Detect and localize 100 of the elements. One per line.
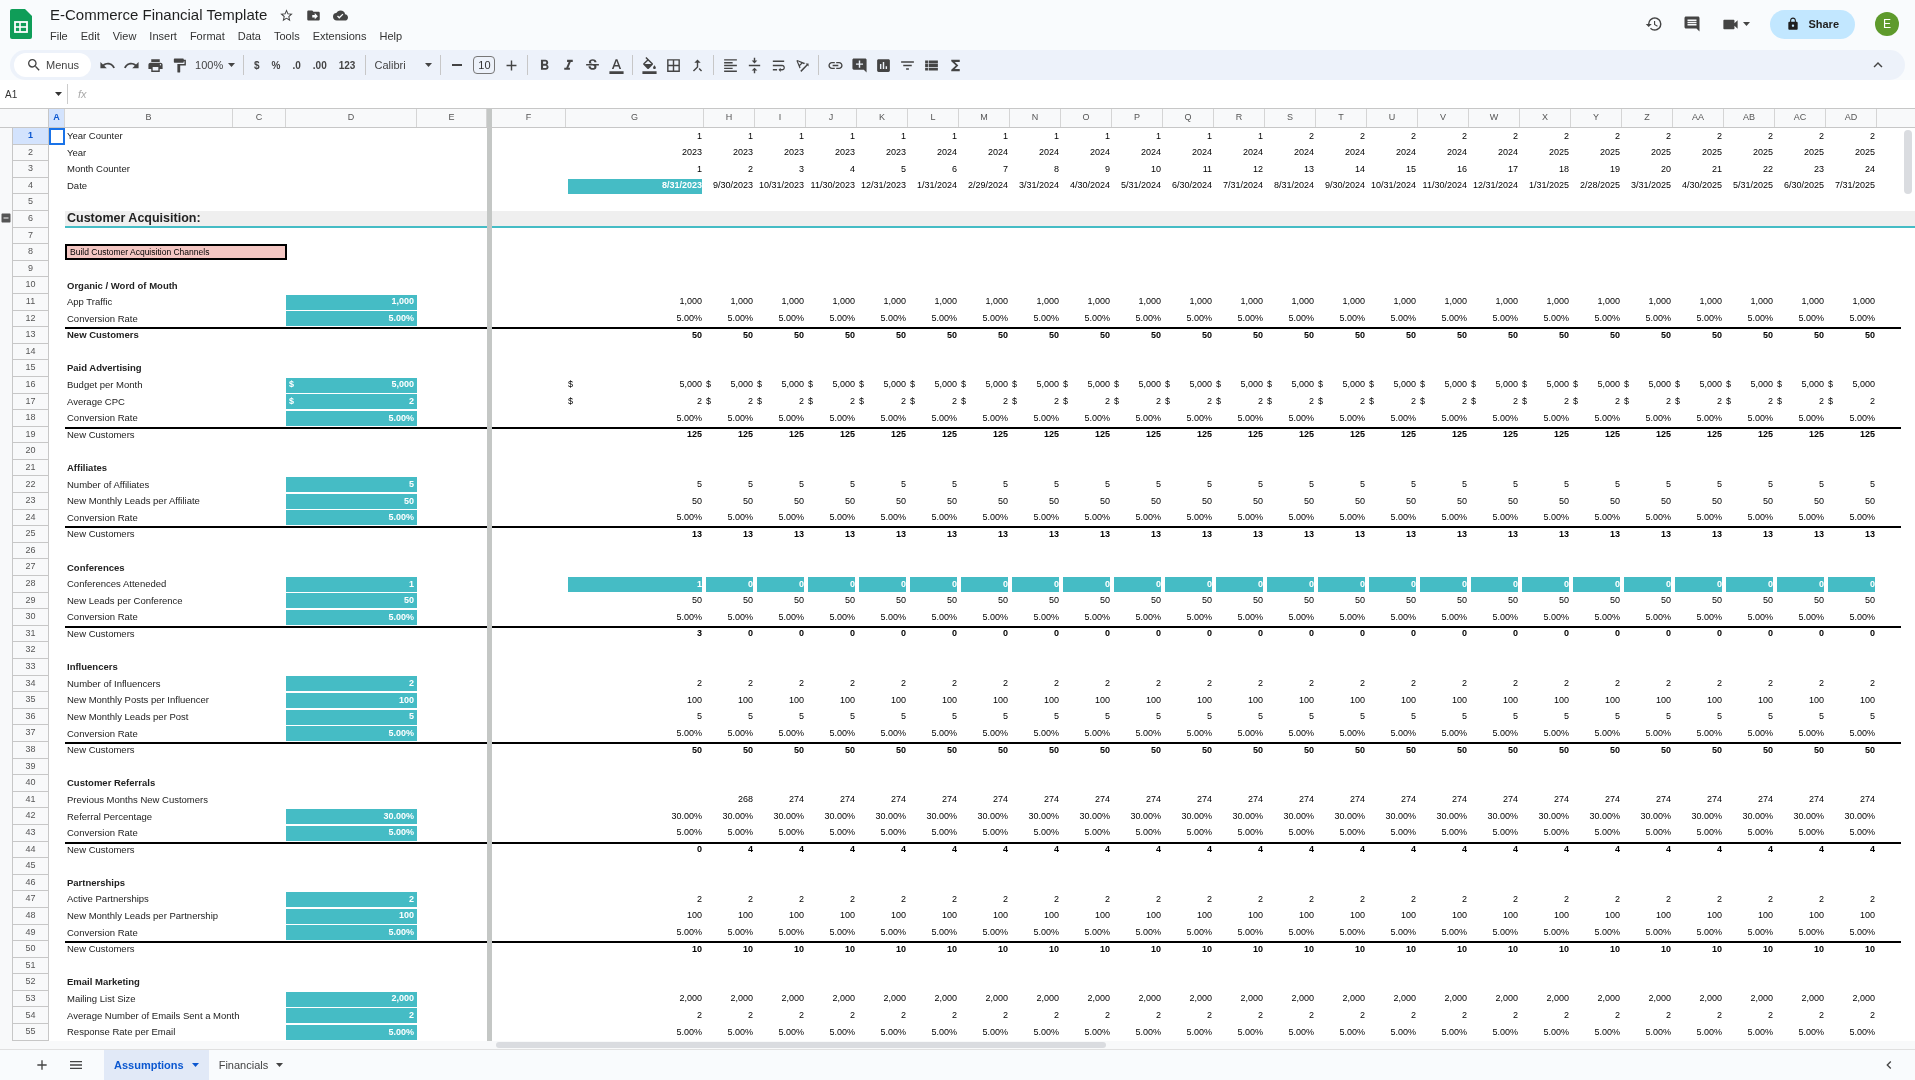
- column-header[interactable]: M: [959, 109, 1010, 127]
- row-label: Referral Percentage: [66, 809, 153, 824]
- history-icon[interactable]: [1645, 15, 1664, 33]
- row-number[interactable]: 10: [12, 277, 49, 294]
- column-header[interactable]: N: [1010, 109, 1061, 127]
- column-header[interactable]: I: [755, 109, 806, 127]
- menu-item[interactable]: Edit: [80, 27, 100, 44]
- column-header[interactable]: F: [492, 109, 566, 127]
- row-number[interactable]: 45: [12, 858, 49, 875]
- row-number[interactable]: 15: [12, 360, 49, 377]
- sheet-tab[interactable]: Assumptions: [104, 1050, 209, 1080]
- column-header[interactable]: Z: [1622, 109, 1673, 127]
- table-cell-text: 2: [1818, 1009, 1824, 1022]
- column-header[interactable]: P: [1112, 109, 1163, 127]
- row-number[interactable]: 55: [12, 1024, 49, 1041]
- row-number[interactable]: 13: [12, 327, 49, 344]
- row-number[interactable]: 40: [12, 775, 49, 792]
- column-header[interactable]: S: [1265, 109, 1316, 127]
- selected-cell[interactable]: [49, 128, 65, 145]
- zoom-dropdown[interactable]: 100%: [191, 53, 240, 77]
- row-number[interactable]: 8: [12, 244, 49, 261]
- document-title[interactable]: E-Commerce Financial Template: [50, 4, 268, 27]
- column-header[interactable]: AD: [1826, 109, 1877, 127]
- row-number[interactable]: 33: [12, 659, 49, 676]
- sheet-tab[interactable]: Financials: [208, 1050, 294, 1080]
- format-button[interactable]: .00: [306, 53, 333, 77]
- column-header[interactable]: H: [704, 109, 755, 127]
- row-number[interactable]: 20: [12, 443, 49, 460]
- row-number[interactable]: 5: [12, 194, 49, 211]
- row-number[interactable]: 22: [12, 476, 49, 494]
- table-cell-text: 5.00%: [879, 411, 906, 425]
- row-number[interactable]: 30: [12, 609, 49, 626]
- format-button[interactable]: 123: [332, 53, 362, 77]
- menu-item[interactable]: Format: [189, 27, 225, 44]
- column-header[interactable]: L: [908, 109, 959, 127]
- star-icon[interactable]: [279, 7, 295, 23]
- add-sheet-icon[interactable]: [34, 1057, 50, 1073]
- column-header[interactable]: V: [1418, 109, 1469, 127]
- column-header[interactable]: D: [286, 109, 417, 127]
- format-button[interactable]: $: [248, 53, 266, 77]
- vertical-scrollbar[interactable]: [1904, 130, 1912, 194]
- row-number[interactable]: 54: [12, 1007, 49, 1025]
- menu-item[interactable]: File: [50, 27, 68, 44]
- column-header[interactable]: C: [233, 109, 286, 127]
- spreadsheet-logo-icon[interactable]: [10, 9, 32, 39]
- row-number[interactable]: 23: [12, 493, 49, 510]
- menu-item[interactable]: Data: [237, 27, 261, 44]
- menu-item[interactable]: Help: [379, 27, 403, 44]
- build-channels-button[interactable]: Build Customer Acquisition Channels: [65, 244, 287, 261]
- column-header[interactable]: AC: [1775, 109, 1826, 127]
- menu-item[interactable]: Tools: [273, 27, 300, 44]
- row-number[interactable]: 25: [12, 526, 49, 543]
- row-number[interactable]: 1: [12, 128, 49, 145]
- column-header[interactable]: U: [1367, 109, 1418, 127]
- horizontal-scrollbar[interactable]: [496, 1042, 1106, 1048]
- row-number[interactable]: 47: [12, 891, 49, 908]
- menu-item[interactable]: Insert: [149, 27, 177, 44]
- row-number[interactable]: 42: [12, 808, 49, 825]
- table-cell-text: 2: [1665, 677, 1671, 691]
- column-header[interactable]: AB: [1724, 109, 1775, 127]
- table-cell-text: 1,000: [1341, 295, 1365, 309]
- row-number[interactable]: 18: [12, 410, 49, 427]
- row-number[interactable]: 50: [12, 941, 49, 958]
- column-header[interactable]: J: [806, 109, 857, 127]
- name-box[interactable]: A1: [0, 84, 68, 104]
- table-cell-text: 274: [787, 793, 804, 807]
- row-number[interactable]: 28: [12, 576, 49, 593]
- font-size-field[interactable]: 10: [473, 56, 496, 74]
- column-header[interactable]: Y: [1571, 109, 1622, 127]
- column-header[interactable]: A: [49, 109, 65, 127]
- row-number[interactable]: 52: [12, 974, 49, 991]
- font-dropdown[interactable]: Calibri: [370, 53, 437, 77]
- table-cell-text: 13: [844, 527, 855, 541]
- row-number[interactable]: 37: [12, 725, 49, 742]
- row-number[interactable]: 32: [12, 642, 49, 659]
- row-number[interactable]: 3: [12, 161, 49, 178]
- format-button[interactable]: .0: [286, 53, 307, 77]
- column-header[interactable]: W: [1469, 109, 1520, 127]
- search-menus-button[interactable]: Menus: [14, 53, 92, 77]
- menu-item[interactable]: View: [112, 27, 137, 44]
- column-header[interactable]: B: [65, 109, 233, 127]
- table-cell-text: 5.00%: [1389, 610, 1416, 624]
- column-header[interactable]: O: [1061, 109, 1112, 127]
- group-collapse-icon[interactable]: [0, 212, 12, 224]
- column-header[interactable]: X: [1520, 109, 1571, 127]
- row-number[interactable]: 27: [12, 559, 49, 577]
- column-header[interactable]: AA: [1673, 109, 1724, 127]
- column-header[interactable]: T: [1316, 109, 1367, 127]
- table-cell-text: 5: [1206, 710, 1212, 724]
- menu-item[interactable]: Extensions: [312, 27, 367, 44]
- column-header[interactable]: R: [1214, 109, 1265, 127]
- comment-icon[interactable]: [1683, 15, 1702, 33]
- highlighted-cell: 0: [706, 576, 753, 592]
- column-header[interactable]: G: [566, 109, 704, 127]
- row-number[interactable]: 35: [12, 692, 49, 709]
- column-header[interactable]: Q: [1163, 109, 1214, 127]
- column-header[interactable]: K: [857, 109, 908, 127]
- format-button[interactable]: %: [265, 53, 287, 77]
- table-cell-text: 5: [1053, 710, 1059, 724]
- share-button[interactable]: Share: [1770, 9, 1855, 39]
